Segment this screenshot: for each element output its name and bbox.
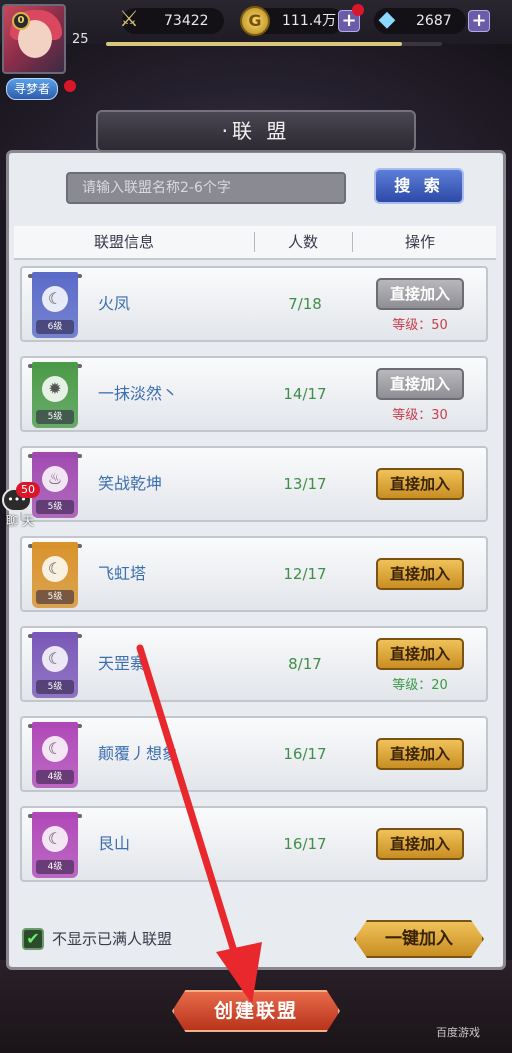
arrow-shaft	[136, 644, 250, 994]
arrow-head	[216, 942, 262, 1004]
red-arrow-annotation	[136, 644, 262, 1004]
